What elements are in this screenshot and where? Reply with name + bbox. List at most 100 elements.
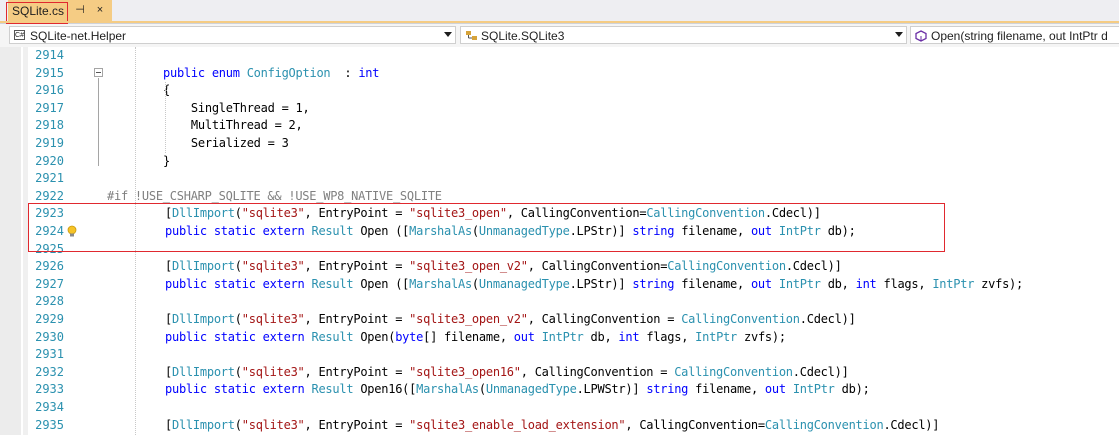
pin-icon[interactable]: ⊣ xyxy=(72,2,88,19)
code-token: .LPStr)] xyxy=(569,276,633,291)
code-token: , EntryPoint = xyxy=(304,312,410,326)
code-text: public static extern Result Open ([Marsh… xyxy=(165,277,1023,291)
csharp-file-icon: C# xyxy=(14,30,25,40)
code-token: "sqlite3" xyxy=(241,259,305,274)
code-token: , EntryPoint = xyxy=(304,417,410,432)
code-text: Serialized = 3 xyxy=(163,136,289,150)
code-token: UnmanagedType xyxy=(478,276,570,291)
line-number: 2930 xyxy=(35,329,64,344)
code-line[interactable]: 2928 xyxy=(0,293,1119,311)
code-token: , CallingConvention = xyxy=(527,312,682,326)
code-token: db); xyxy=(834,382,870,397)
code-token: [ xyxy=(165,259,172,274)
code-line[interactable]: 2926 [DllImport("sqlite3", EntryPoint = "… xyxy=(0,258,1119,276)
code-token: ( xyxy=(471,276,479,291)
code-line[interactable]: 2932 [DllImport("sqlite3", EntryPoint = "… xyxy=(0,364,1119,382)
code-token: ConfigOption xyxy=(246,65,331,80)
code-token: #if !USE_CSHARP_SQLITE && !USE_WP8_NATIV… xyxy=(107,188,442,203)
line-number: 2922 xyxy=(35,188,64,203)
code-token: CallingConvention xyxy=(667,259,786,274)
code-token: [] filename, xyxy=(423,329,514,344)
line-number: 2927 xyxy=(35,276,64,291)
code-token: ( xyxy=(478,382,486,397)
code-token: DllImport xyxy=(171,312,235,326)
code-line[interactable]: 2918 MultiThread = 2, xyxy=(0,117,1119,135)
class-icon xyxy=(465,30,477,41)
code-token: db, xyxy=(820,276,856,291)
code-token: IntPtr xyxy=(932,276,975,291)
code-line[interactable]: 2920} xyxy=(0,153,1119,171)
line-number: 2934 xyxy=(35,400,64,414)
line-number: 2931 xyxy=(35,347,64,362)
line-number: 2916 xyxy=(35,83,64,98)
navigation-bar: C# SQLite-net.Helper SQLite.SQLite3 Open… xyxy=(0,24,1119,48)
project-dropdown[interactable]: C# SQLite-net.Helper xyxy=(9,26,456,44)
code-token: , CallingConvention= xyxy=(527,259,668,274)
code-token: } xyxy=(163,153,170,168)
code-token: ( xyxy=(234,417,242,432)
code-token: filename, xyxy=(688,382,765,397)
code-line[interactable]: 2919 Serialized = 3 xyxy=(0,135,1119,153)
code-editor[interactable]: 2914 2915 public enum ConfigOption : int 29… xyxy=(0,47,1119,435)
code-token: CallingConvention xyxy=(764,417,884,432)
code-line[interactable]: 2930 public static extern Result Open(byt… xyxy=(0,329,1119,347)
code-text: public enum ConfigOption : int xyxy=(163,66,379,80)
code-line[interactable]: 2921 xyxy=(0,170,1119,188)
code-token: public xyxy=(165,329,214,344)
chevron-down-icon xyxy=(895,32,903,37)
code-text: public static extern Result Open(byte[] … xyxy=(165,330,786,344)
line-number: 2929 xyxy=(35,312,64,326)
code-token: , CallingConvention = xyxy=(520,364,675,379)
code-line[interactable]: 2935 [DllImport("sqlite3", EntryPoint = "… xyxy=(0,417,1119,435)
collapse-region-icon[interactable] xyxy=(94,67,103,77)
code-text: [DllImport("sqlite3", EntryPoint = "sqli… xyxy=(165,312,856,326)
code-token: IntPtr xyxy=(695,329,738,344)
code-token: filename, xyxy=(674,276,751,291)
code-token: zvfs); xyxy=(737,329,786,344)
code-token: .Cdecl)] xyxy=(785,259,842,274)
code-token: extern xyxy=(262,382,312,397)
line-number: 2935 xyxy=(35,417,64,432)
line-number: 2932 xyxy=(35,364,64,379)
code-token: MarshalAs xyxy=(416,382,479,397)
close-icon[interactable]: × xyxy=(92,2,108,19)
code-token: "sqlite3_open16" xyxy=(409,364,521,379)
code-token: .LPWStr)] xyxy=(576,382,647,397)
type-dropdown[interactable]: SQLite.SQLite3 xyxy=(460,26,907,44)
code-token: [ xyxy=(165,364,172,379)
document-tab-strip: SQLite.cs ⊣ × xyxy=(0,0,1119,24)
code-line[interactable]: 2916{ xyxy=(0,82,1119,100)
code-token: "sqlite3" xyxy=(241,364,305,379)
code-line[interactable]: 2929 [DllImport("sqlite3", EntryPoint = "… xyxy=(0,311,1119,329)
code-line[interactable]: 2915 public enum ConfigOption : int xyxy=(0,65,1119,83)
code-text: #if !USE_CSHARP_SQLITE && !USE_WP8_NATIV… xyxy=(107,189,442,203)
code-text: [DllImport("sqlite3", EntryPoint = "sqli… xyxy=(165,259,842,273)
code-token: MarshalAs xyxy=(409,276,472,291)
code-token: CallingConvention xyxy=(681,312,800,326)
code-line[interactable]: 2917 SingleThread = 1, xyxy=(0,100,1119,118)
code-token: static xyxy=(213,382,263,397)
code-line[interactable]: 2933 public static extern Result Open16([… xyxy=(0,381,1119,399)
line-number: 2933 xyxy=(35,382,64,397)
code-token: enum xyxy=(211,65,247,80)
code-token: SingleThread = 1, xyxy=(163,100,310,115)
code-line[interactable]: 2931 xyxy=(0,346,1119,364)
line-number: 2920 xyxy=(35,153,64,168)
code-text: } xyxy=(163,154,170,168)
code-token: out xyxy=(513,329,542,344)
code-token: byte xyxy=(395,329,424,344)
active-tab-underline xyxy=(0,21,1119,23)
code-line[interactable]: 2914 xyxy=(0,47,1119,65)
code-token: .Cdecl)] xyxy=(799,312,856,326)
code-token: int xyxy=(358,65,380,80)
code-line[interactable]: 2934 xyxy=(0,399,1119,417)
code-line[interactable]: 2927 public static extern Result Open ([M… xyxy=(0,276,1119,294)
indent-guide xyxy=(165,82,166,153)
code-token: "sqlite3" xyxy=(241,417,305,432)
code-token: MultiThread = 2, xyxy=(163,118,303,133)
code-token: Serialized = 3 xyxy=(163,136,289,150)
method-icon xyxy=(915,30,927,42)
member-dropdown[interactable]: Open(string filename, out IntPtr d xyxy=(910,26,1119,44)
line-number: 2914 xyxy=(35,48,64,62)
code-token: [ xyxy=(165,417,172,432)
